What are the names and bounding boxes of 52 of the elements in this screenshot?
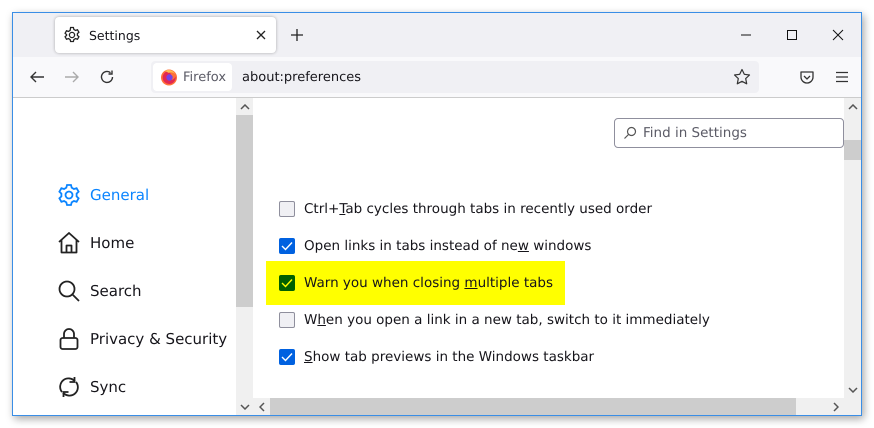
scroll-down-icon[interactable] [240, 404, 250, 410]
checkmark-icon [281, 240, 293, 250]
star-icon[interactable] [733, 68, 751, 86]
close-icon [832, 29, 844, 41]
checkbox[interactable] [279, 348, 295, 364]
forward-arrow-icon [64, 69, 80, 85]
scroll-up-icon[interactable] [240, 104, 250, 110]
checkmark-icon [281, 278, 293, 288]
search-icon [57, 279, 81, 303]
sidebar-item[interactable]: General [57, 183, 236, 207]
close-icon[interactable] [256, 30, 266, 40]
maximize-icon [786, 29, 798, 41]
menu-icon [834, 69, 850, 85]
back-arrow-icon [29, 69, 45, 85]
pocket-icon [799, 69, 815, 85]
browser-tab[interactable]: Settings [55, 17, 276, 53]
scroll-down-icon[interactable] [848, 386, 858, 392]
sidebar-item[interactable]: Privacy & Security [57, 327, 236, 351]
option-label: Open links in tabs instead of new windows [304, 238, 592, 254]
gear-icon [57, 183, 81, 207]
sidebar-item[interactable]: Sync [57, 375, 236, 399]
scrollbar-thumb[interactable] [236, 115, 253, 307]
scroll-right-icon[interactable] [832, 402, 838, 412]
option-label: Warn you when closing multiple tabs [304, 274, 553, 290]
checkbox[interactable] [279, 274, 295, 290]
checkbox[interactable] [279, 312, 295, 328]
reload-icon [99, 69, 115, 85]
sidebar-scrollbar[interactable] [236, 98, 253, 415]
scroll-left-icon[interactable] [258, 402, 264, 412]
scroll-up-icon[interactable] [848, 104, 858, 110]
checkbox[interactable] [279, 238, 295, 254]
sidebar-item[interactable]: Search [57, 279, 236, 303]
tab-title: Settings [89, 28, 142, 42]
option-label: Show tab previews in the Windows taskbar [304, 348, 594, 364]
gear-icon [63, 26, 81, 44]
home-icon [57, 231, 81, 255]
option-label: Ctrl+Tab cycles through tabs in recently used order [304, 200, 652, 216]
plus-icon [290, 28, 304, 42]
identity-label: Firefox [183, 70, 226, 84]
identity-box[interactable]: Firefox [153, 63, 232, 91]
browser-logo-icon [160, 68, 178, 86]
lock-icon [57, 327, 81, 351]
checkmark-icon [281, 352, 293, 362]
sidebar-item[interactable]: Home [57, 231, 236, 255]
scrollbar-thumb[interactable] [844, 140, 861, 160]
search-field[interactable]: Find in Settings [614, 118, 844, 148]
sync-arrows-icon [57, 375, 81, 399]
checkbox[interactable] [279, 200, 295, 216]
option-label: When you open a link in a new tab, switch to it immediately [304, 312, 710, 328]
address-bar[interactable]: Firefox about:preferences [151, 61, 759, 93]
url-text: about:preferences [242, 70, 362, 84]
content-scrollbar[interactable] [844, 98, 861, 398]
